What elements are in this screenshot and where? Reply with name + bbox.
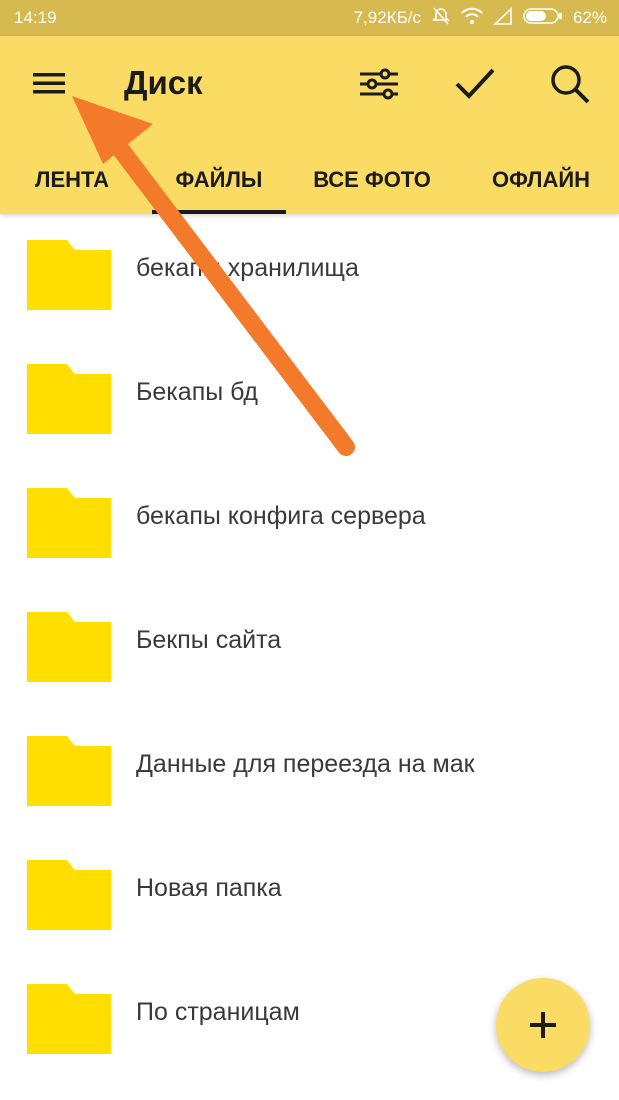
folder-name: бекапы конфига сервера (136, 502, 426, 530)
status-indicators: 7,92КБ/с 62% (354, 6, 607, 31)
status-network-speed: 7,92КБ/с (353, 8, 421, 27)
list-item[interactable]: Данные для переезда на мак (0, 710, 619, 834)
folder-name: Новая папка (136, 874, 282, 902)
wifi-icon (461, 7, 483, 30)
battery-percent: 62% (572, 8, 607, 27)
folder-name: Данные для переезда на мак (136, 750, 475, 778)
toolbar: Диск (0, 36, 619, 132)
folder-icon (27, 736, 111, 806)
app-bar: Диск ЛЕНТА ФАЙЛЫ ВСЕ ФОТО ОФЛАЙН (0, 36, 619, 214)
page-title: Диск (124, 64, 203, 101)
search-button[interactable] (544, 58, 596, 110)
list-item[interactable]: Новая папка (0, 834, 619, 958)
sliders-icon (360, 68, 398, 100)
filter-button[interactable] (353, 58, 405, 110)
mute-icon (431, 6, 451, 31)
folder-icon (27, 364, 111, 434)
tab-all-photos[interactable]: ВСЕ ФОТО (306, 146, 438, 214)
list-item[interactable]: Бекпы сайта (0, 586, 619, 710)
tab-feed[interactable]: ЛЕНТА (22, 146, 122, 214)
status-time: 14:19 (14, 8, 57, 27)
search-icon (551, 65, 590, 104)
list-item[interactable]: Бекапы бд (0, 338, 619, 462)
tab-bar: ЛЕНТА ФАЙЛЫ ВСЕ ФОТО ОФЛАЙН (0, 146, 619, 214)
battery-icon (523, 7, 563, 30)
folder-icon (27, 240, 111, 310)
tab-offline[interactable]: ОФЛАЙН (478, 146, 604, 214)
select-button[interactable] (449, 58, 501, 110)
folder-icon (27, 612, 111, 682)
folder-name: Бекпы сайта (136, 626, 282, 654)
check-icon (455, 68, 495, 99)
signal-icon (492, 6, 513, 30)
folder-name: бекапы хранилища (136, 254, 359, 282)
folder-icon (27, 488, 111, 558)
folder-icon (27, 984, 111, 1054)
tab-files[interactable]: ФАЙЛЫ (152, 146, 286, 214)
list-item[interactable]: бекапы хранилища (0, 214, 619, 338)
add-button[interactable] (496, 978, 590, 1072)
menu-button[interactable] (24, 58, 74, 108)
list-item[interactable]: бекапы конфига сервера (0, 462, 619, 586)
folder-name: Бекапы бд (136, 378, 258, 406)
folder-name: По страницам (136, 998, 300, 1026)
hamburger-icon (33, 73, 65, 94)
status-bar: 14:19 7,92КБ/с 62% (0, 0, 619, 36)
plus-icon (530, 1012, 556, 1038)
folder-icon (27, 860, 111, 930)
